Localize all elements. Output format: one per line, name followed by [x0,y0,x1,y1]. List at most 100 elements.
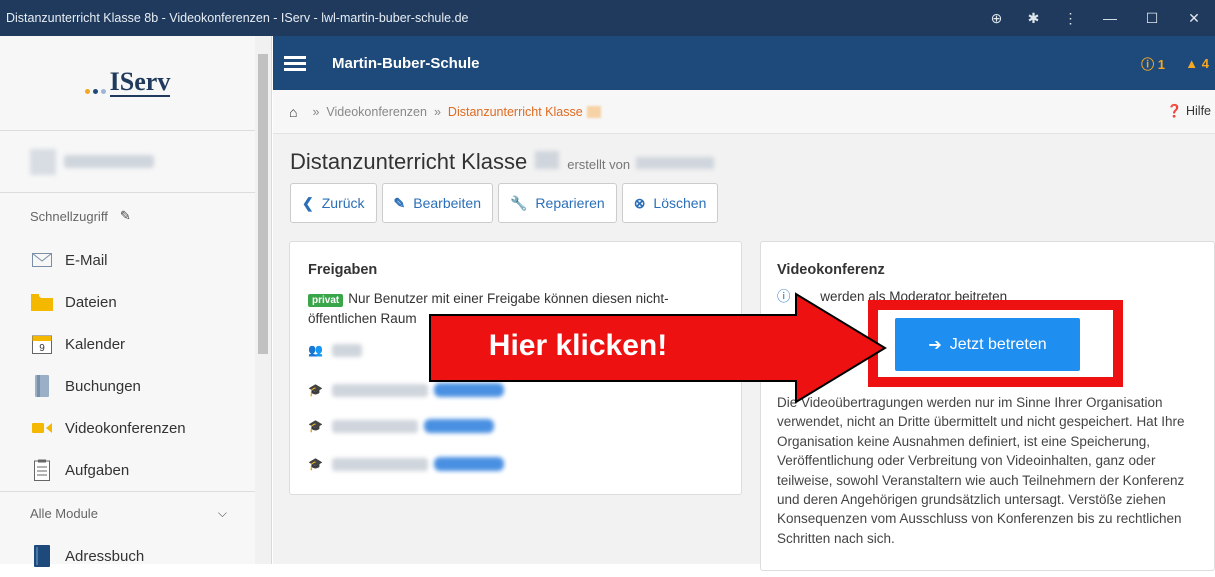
tasks-icon [30,458,54,482]
quick-access-header: Schnellzugriff ✎ [0,193,271,239]
breadcrumb: ⌂ » Videokonferenzen » Distanzunterricht… [273,90,1215,134]
breadcrumb-separator: » [312,104,320,119]
zoom-icon[interactable]: ⊕ [978,0,1015,36]
info-icon: ⓘ [1141,56,1155,72]
sidebar-item-bookings[interactable]: Buchungen [0,365,271,407]
group-member-row: 👥 [308,342,362,358]
highlight-box [868,300,1123,387]
extensions-icon[interactable]: ✱ [1015,0,1052,36]
question-icon: ❓ [1166,104,1183,118]
addressbook-icon [30,544,54,568]
school-name[interactable]: Martin-Buber-Schule [332,55,480,72]
edit-label: Bearbeiten [413,195,481,211]
member-name-redacted [332,457,428,471]
svg-text:9: 9 [39,343,45,354]
logo-dot [100,88,106,94]
sidebar-item-label: Kalender [65,335,126,353]
bell-icon: ▲ [1185,55,1199,71]
repair-label: Reparieren [535,195,605,211]
member-row: 🎓 [308,456,504,472]
member-name-redacted [332,419,418,433]
breadcrumb-item-current: Distanzunterricht Klasse [447,104,583,119]
user-name-redacted [64,155,154,168]
videokonferenz-panel: Videokonferenz ⓘ werden als Moderator be… [760,241,1215,571]
repair-button[interactable]: 🔧 Reparieren [497,183,617,223]
sidebar-item-label: Dateien [65,293,117,311]
group-name-redacted [332,343,362,357]
sidebar-item-label: Adressbuch [65,547,145,565]
sidebar-item-label: Buchungen [65,377,141,395]
video-icon [30,416,54,440]
avatar [30,148,56,175]
chevron-down-icon: ⌵ [217,506,227,520]
sidebar-item-label: Aufgaben [65,461,130,479]
annotation-arrow: Hier klicken! [429,292,887,404]
calendar-icon: 9 [30,332,54,356]
graduation-cap-icon: 🎓 [308,383,323,397]
back-button[interactable]: ❮ Zurück [290,183,377,223]
sidebar-item-label: Videokonferenzen [65,419,186,437]
maximize-button[interactable]: ☐ [1131,0,1173,36]
home-icon[interactable]: ⌂ [289,104,297,120]
back-label: Zurück [321,195,365,211]
folder-icon [30,290,54,314]
delete-label: Löschen [653,195,707,211]
top-navbar: Martin-Buber-Schule ⓘ 1 ▲ 4 [273,36,1215,90]
sidebar-item-label: E-Mail [65,251,108,269]
iserv-logo[interactable]: IServ [0,36,271,131]
group-icon: 👥 [308,343,323,357]
sidebar: IServ Schnellzugriff ✎ E-Mail Dateien 9 … [0,36,272,567]
menu-icon[interactable]: ⋮ [1052,0,1089,36]
booking-icon [30,374,54,398]
user-menu[interactable] [0,131,271,193]
toolbar: ❮ Zurück ✎ Bearbeiten 🔧 Reparieren ⊗ Löschen [290,183,719,223]
logo-dot [84,88,90,94]
edit-button[interactable]: ✎ Bearbeiten [381,183,493,223]
arrow-label: Hier klicken! [489,329,667,362]
breadcrumb-separator: » [433,104,441,119]
graduation-cap-icon: 🎓 [308,419,323,433]
role-badge-redacted [434,457,504,471]
sidebar-item-videoconferences[interactable]: Videokonferenzen [0,407,271,449]
sidebar-scrollbar[interactable] [255,36,271,564]
window-title: Distanzunterricht Klasse 8b - Videokonfe… [6,11,469,25]
role-badge-redacted [424,419,494,433]
class-name-redacted [586,105,601,118]
logo-dot [92,88,98,94]
all-modules-toggle[interactable]: Alle Module ⌵ [0,491,255,535]
close-button[interactable]: ✕ [1173,0,1215,36]
help-link[interactable]: ❓ Hilfe [1167,104,1211,119]
sidebar-item-calendar[interactable]: 9 Kalender [0,323,271,365]
logo-dots [84,88,106,94]
scrollbar-thumb[interactable] [258,54,268,354]
mail-icon [30,248,54,272]
pencil-icon[interactable]: ✎ [120,208,131,224]
sidebar-item-files[interactable]: Dateien [0,281,271,323]
page-title: Distanzunterricht Klasse erstellt von [290,149,715,175]
help-label: Hilfe [1185,104,1211,118]
window-titlebar: Distanzunterricht Klasse 8b - Videokonfe… [0,0,1215,36]
creator-name-redacted [636,157,715,169]
alert-count: 4 [1201,55,1209,71]
member-row: 🎓 [308,418,494,434]
delete-button[interactable]: ⊗ Löschen [621,183,719,223]
sidebar-item-addressbook[interactable]: Adressbuch [0,535,271,577]
edit-icon: ✎ [393,194,406,211]
hamburger-menu-icon[interactable] [284,53,306,74]
minimize-button[interactable]: — [1089,0,1131,36]
quick-access-label: Schnellzugriff [30,208,108,224]
info-notifications[interactable]: ⓘ 1 [1141,54,1165,73]
member-name-redacted [332,383,428,397]
created-by-label: erstellt von [567,157,631,172]
sidebar-item-email[interactable]: E-Mail [0,239,271,281]
info-count: 1 [1157,56,1165,72]
sidebar-item-tasks[interactable]: Aufgaben [0,449,271,491]
freigaben-heading: Freigaben [308,262,378,278]
all-modules-label: Alle Module [30,506,98,521]
breadcrumb-item-videoconferences[interactable]: Videokonferenzen [326,105,427,119]
wrench-icon: 🔧 [509,194,528,211]
alert-notifications[interactable]: ▲ 4 [1185,56,1209,71]
graduation-cap-icon: 🎓 [308,457,323,471]
logo-text: IServ [109,67,171,97]
delete-circle-icon: ⊗ [633,194,646,211]
